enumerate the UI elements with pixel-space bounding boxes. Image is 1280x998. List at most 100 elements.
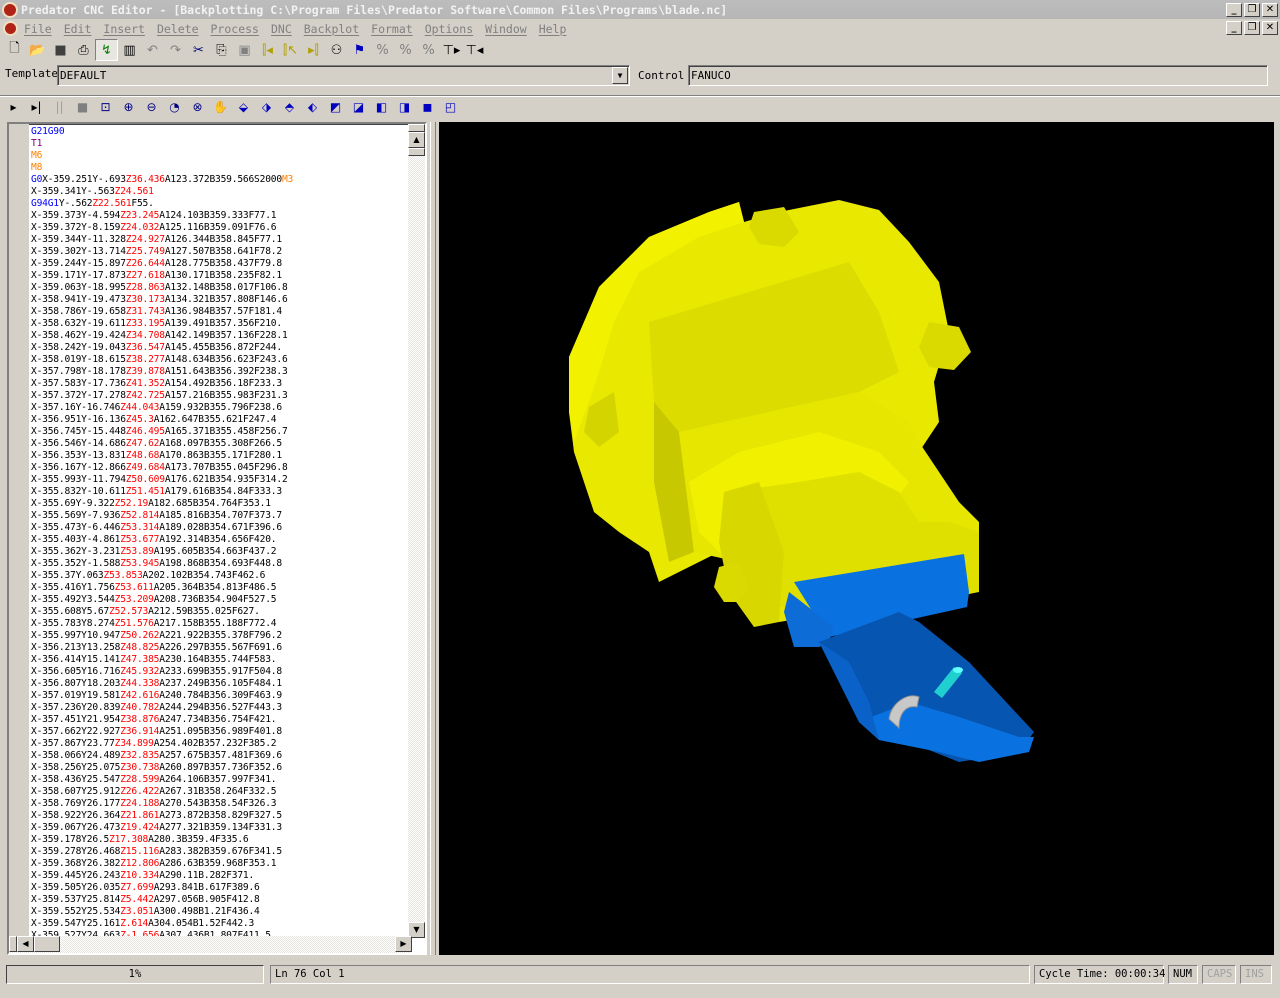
menu-help[interactable]: Help: [539, 22, 567, 36]
send-icon[interactable]: ⊤▸: [440, 39, 463, 61]
doc-minimize-button[interactable]: _: [1226, 21, 1242, 35]
code-line[interactable]: X-359.302Y-13.714Z25.749A127.507B358.641…: [31, 246, 411, 258]
template-dropdown-button[interactable]: ▼: [612, 67, 628, 84]
code-line[interactable]: X-356.951Y-16.136Z45.3A162.647B355.621F2…: [31, 414, 411, 426]
code-line[interactable]: X-359.344Y-11.328Z24.927A126.344B358.845…: [31, 234, 411, 246]
renumber-clear-icon[interactable]: %: [417, 39, 440, 61]
minimize-button[interactable]: _: [1226, 2, 1242, 17]
zoom-fit-icon[interactable]: ⊗: [186, 97, 209, 117]
open-folder-icon[interactable]: 📂: [26, 39, 49, 61]
save-icon[interactable]: ■: [49, 39, 72, 61]
code-line[interactable]: X-357.16Y-16.746Z44.043A159.932B355.796F…: [31, 402, 411, 414]
menu-dnc[interactable]: DNC: [271, 22, 292, 36]
code-line[interactable]: X-358.066Y24.489Z32.835A257.675B357.481F…: [31, 750, 411, 762]
code-line[interactable]: X-359.537Y25.814Z5.442A297.056B.905F412.…: [31, 894, 411, 906]
redo-icon[interactable]: ↷: [164, 39, 187, 61]
code-line[interactable]: T1: [31, 138, 411, 150]
tool-first-icon[interactable]: ⫿◂: [256, 39, 279, 61]
code-line[interactable]: X-356.807Y18.203Z44.338A237.249B356.105F…: [31, 678, 411, 690]
code-line[interactable]: G94G1Y-.562Z22.561F55.: [31, 198, 411, 210]
restore-button[interactable]: ❐: [1244, 2, 1260, 17]
view-left-icon[interactable]: ◧: [370, 97, 393, 117]
renumber-icon[interactable]: %: [371, 39, 394, 61]
code-line[interactable]: X-358.922Y26.364Z21.861A273.872B358.829F…: [31, 810, 411, 822]
code-line[interactable]: X-355.403Y-4.861Z53.677A192.314B354.656F…: [31, 534, 411, 546]
code-line[interactable]: X-358.462Y-19.424Z34.708A142.149B357.136…: [31, 330, 411, 342]
stop-icon[interactable]: ■: [71, 97, 94, 117]
code-line[interactable]: X-359.368Y26.382Z12.806A286.63B359.968F3…: [31, 858, 411, 870]
code-line[interactable]: M6: [31, 150, 411, 162]
pan-icon[interactable]: ✋: [209, 97, 232, 117]
doc-restore-button[interactable]: ❐: [1244, 21, 1260, 35]
view-back-icon[interactable]: ◰: [439, 97, 462, 117]
code-line[interactable]: X-355.492Y3.544Z53.209A208.736B354.904F5…: [31, 594, 411, 606]
code-line[interactable]: X-359.063Y-18.995Z28.863A132.148B358.017…: [31, 282, 411, 294]
code-line[interactable]: X-357.798Y-18.178Z39.878A151.643B356.392…: [31, 366, 411, 378]
code-line[interactable]: X-355.473Y-6.446Z53.314A189.028B354.671F…: [31, 522, 411, 534]
code-line[interactable]: X-355.608Y5.67Z52.573A212.59B355.025F627…: [31, 606, 411, 618]
code-line[interactable]: X-356.167Y-12.866Z49.684A173.707B355.045…: [31, 462, 411, 474]
tool-last-icon[interactable]: ▸⫿: [302, 39, 325, 61]
hscroll-left-edge[interactable]: [9, 936, 17, 952]
code-line[interactable]: X-358.786Y-19.658Z31.743A136.984B357.57F…: [31, 306, 411, 318]
zoom-window-icon[interactable]: ⊡: [94, 97, 117, 117]
code-line[interactable]: G21G90: [31, 126, 411, 138]
code-line[interactable]: X-357.662Y22.927Z36.914A251.095B356.989F…: [31, 726, 411, 738]
code-line[interactable]: X-359.067Y26.473Z19.424A277.321B359.134F…: [31, 822, 411, 834]
code-line[interactable]: M8: [31, 162, 411, 174]
code-line[interactable]: X-358.632Y-19.611Z33.195A139.491B357.356…: [31, 318, 411, 330]
code-line[interactable]: X-359.244Y-15.897Z26.644A128.775B358.437…: [31, 258, 411, 270]
zoom-in-icon[interactable]: ⊕: [117, 97, 140, 117]
columns-icon[interactable]: ▥: [118, 39, 141, 61]
scroll-left-button[interactable]: ◀: [17, 936, 34, 952]
code-line[interactable]: X-356.414Y15.141Z47.385A230.164B355.744F…: [31, 654, 411, 666]
backplot-icon[interactable]: ↯: [95, 39, 118, 61]
code-line[interactable]: X-355.569Y-7.936Z52.814A185.816B354.707F…: [31, 510, 411, 522]
code-line[interactable]: X-359.373Y-4.594Z23.245A124.103B359.333F…: [31, 210, 411, 222]
code-line[interactable]: X-356.745Y-15.448Z46.495A165.371B355.458…: [31, 426, 411, 438]
code-line[interactable]: X-359.178Y26.5Z17.308A280.3B359.4F335.6: [31, 834, 411, 846]
vertical-scrollbar[interactable]: ▲ ▼: [408, 124, 425, 938]
menu-options[interactable]: Options: [425, 22, 473, 36]
renumber-remove-icon[interactable]: %: [394, 39, 417, 61]
code-line[interactable]: X-359.552Y25.534Z3.051A300.498B1.21F436.…: [31, 906, 411, 918]
view-iso-2-icon[interactable]: ⬗: [255, 97, 278, 117]
template-select[interactable]: DEFAULT: [57, 65, 630, 86]
code-line[interactable]: X-355.362Y-3.231Z53.89A195.605B354.663F4…: [31, 546, 411, 558]
code-line[interactable]: X-356.353Y-13.831Z48.68A170.863B355.171F…: [31, 450, 411, 462]
receive-icon[interactable]: ⊤◂: [463, 39, 486, 61]
view-iso-3-icon[interactable]: ⬘: [278, 97, 301, 117]
hscroll-thumb[interactable]: [34, 936, 60, 952]
code-line[interactable]: X-357.019Y19.581Z42.616A240.784B356.309F…: [31, 690, 411, 702]
code-line[interactable]: X-359.445Y26.243Z10.334A290.11B.282F371.: [31, 870, 411, 882]
code-line[interactable]: X-356.605Y16.716Z45.932A233.699B355.917F…: [31, 666, 411, 678]
play-icon[interactable]: ▸: [2, 97, 25, 117]
scroll-right-button[interactable]: ▶: [395, 936, 412, 952]
zoom-out-icon[interactable]: ⊖: [140, 97, 163, 117]
menu-edit[interactable]: Edit: [64, 22, 92, 36]
flag-icon[interactable]: ⚑: [348, 39, 371, 61]
menu-delete[interactable]: Delete: [157, 22, 199, 36]
scroll-up-button[interactable]: ▲: [408, 132, 425, 148]
app-icon[interactable]: [2, 1, 18, 18]
code-line[interactable]: X-359.372Y-8.159Z24.032A125.116B359.091F…: [31, 222, 411, 234]
menu-insert[interactable]: Insert: [103, 22, 145, 36]
view-top-icon[interactable]: ◩: [324, 97, 347, 117]
code-line[interactable]: X-357.867Y23.77Z34.899A254.402B357.232F3…: [31, 738, 411, 750]
menu-window[interactable]: Window: [485, 22, 527, 36]
code-line[interactable]: X-355.69Y-9.322Z52.19A182.685B354.764F35…: [31, 498, 411, 510]
code-line[interactable]: X-358.941Y-19.473Z30.173A134.321B357.808…: [31, 294, 411, 306]
undo-icon[interactable]: ↶: [141, 39, 164, 61]
code-line[interactable]: X-358.769Y26.177Z24.188A270.543B358.54F3…: [31, 798, 411, 810]
pause-icon[interactable]: ||: [48, 97, 71, 117]
control-field[interactable]: FANUCO: [688, 65, 1268, 86]
view-front-icon[interactable]: ◼: [416, 97, 439, 117]
zoom-previous-icon[interactable]: ◔: [163, 97, 186, 117]
view-iso-1-icon[interactable]: ⬙: [232, 97, 255, 117]
scroll-thumb[interactable]: [408, 124, 425, 132]
tool-select-icon[interactable]: ⫿↖: [279, 39, 302, 61]
code-line[interactable]: X-358.242Y-19.043Z36.547A145.455B356.872…: [31, 342, 411, 354]
nc-code-editor[interactable]: G21G90 T1 M6 M8 G0X-359.251Y-.693Z36.436A123…: [7, 122, 427, 955]
scroll-track-thumb[interactable]: [408, 148, 425, 156]
code-line[interactable]: X-358.607Y25.912Z26.422A267.31B358.264F3…: [31, 786, 411, 798]
